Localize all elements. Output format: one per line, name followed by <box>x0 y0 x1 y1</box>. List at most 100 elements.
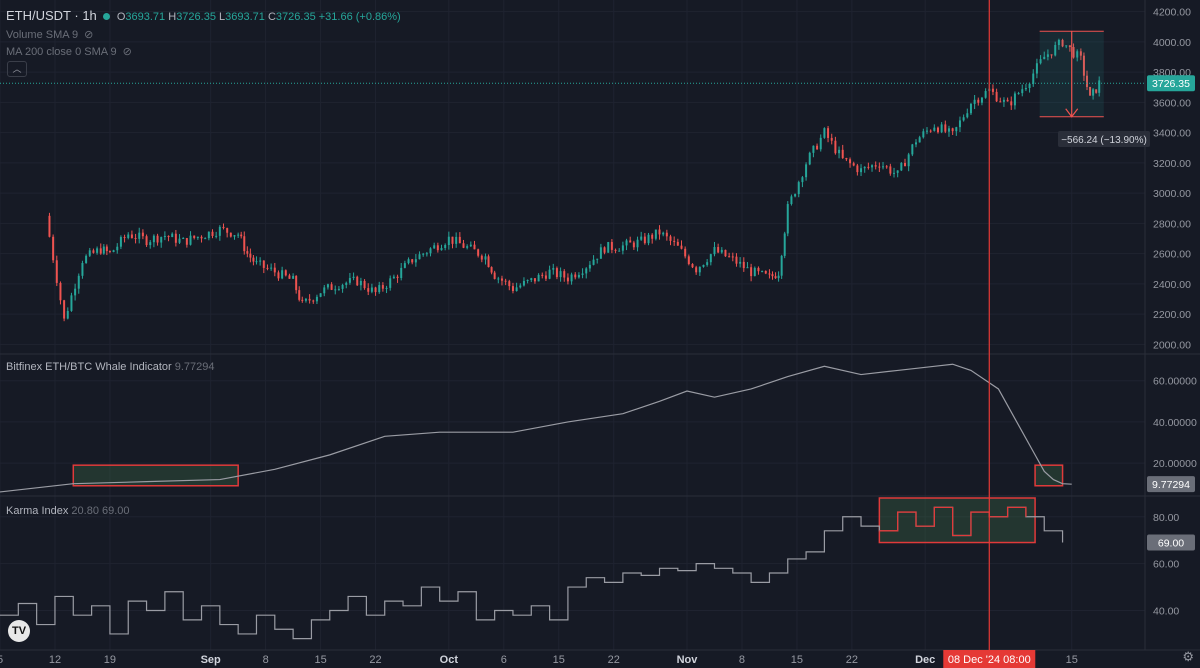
candle <box>484 253 487 265</box>
karma-legend[interactable]: Karma Index 20.80 69.00 <box>6 505 130 517</box>
candle <box>958 116 961 132</box>
candle-body <box>673 240 676 242</box>
candle <box>182 237 185 240</box>
candle-body <box>385 287 388 289</box>
candle-body <box>969 103 972 114</box>
candle-body <box>588 264 591 269</box>
eye-hidden-icon[interactable]: ⊘ <box>123 45 132 58</box>
candle <box>771 271 774 280</box>
candle-body <box>830 137 833 141</box>
price-tick-label: 2000.00 <box>1153 339 1191 351</box>
candle <box>497 276 500 284</box>
candle-body <box>1024 88 1027 90</box>
candle <box>259 257 262 266</box>
candle <box>370 283 373 294</box>
candle <box>544 271 547 282</box>
candle-body <box>451 236 454 244</box>
candle <box>860 164 863 177</box>
candle <box>337 286 340 291</box>
candle-body <box>163 235 166 238</box>
eye-hidden-icon[interactable]: ⊘ <box>84 28 93 41</box>
candle-body <box>222 226 225 229</box>
candle-body <box>304 298 307 301</box>
candle-body <box>574 274 577 278</box>
candle-body <box>991 88 994 92</box>
chart-canvas[interactable]: 2000.00 2200.00 2400.00 2600.00 2800.00 3000.… <box>0 0 1200 668</box>
candle <box>341 283 344 293</box>
tradingview-logo[interactable]: TV <box>8 620 30 642</box>
candle-body <box>119 237 122 247</box>
candle <box>896 170 899 178</box>
candle <box>226 227 229 238</box>
candle-body <box>713 247 716 255</box>
candle <box>511 282 514 294</box>
price-tick-label: 2200.00 <box>1153 309 1191 321</box>
candle-body <box>709 254 712 263</box>
candle-body <box>980 97 983 103</box>
symbol-title[interactable]: ETH/USDT · 1h <box>6 8 97 23</box>
candle <box>947 125 950 137</box>
ma-legend[interactable]: MA 200 close 0 SMA 9 ⊘ <box>6 45 132 58</box>
candle <box>222 223 225 230</box>
candle-body <box>951 128 954 132</box>
candle <box>548 265 551 280</box>
price-axis[interactable]: 2000.00 2200.00 2400.00 2600.00 2800.00 3000.… <box>1147 7 1197 618</box>
candle <box>849 157 852 168</box>
candle-body <box>599 247 602 259</box>
candle-body <box>563 271 566 278</box>
time-axis[interactable]: 5 12 19 Sep 8 15 22 Oct 6 15 22 Nov 8 15 22 Dec 15 <box>0 654 1078 666</box>
candle-body <box>152 235 155 243</box>
candle <box>284 269 287 277</box>
time-axis-label: 19 <box>104 654 116 666</box>
candle-body <box>88 250 91 256</box>
whale-indicator-pane[interactable] <box>0 363 1072 493</box>
whale-legend[interactable]: Bitfinex ETH/BTC Whale Indicator 9.77294 <box>6 361 215 373</box>
candle-body <box>1035 63 1038 74</box>
candle-body <box>1028 83 1031 89</box>
gear-icon[interactable]: ⚙ <box>1182 649 1194 665</box>
candle <box>574 272 577 280</box>
candle <box>980 96 983 106</box>
candle <box>706 259 709 267</box>
candle-body <box>955 127 958 132</box>
candle-body <box>750 267 753 277</box>
candle-body <box>691 264 694 268</box>
karma-index-pane[interactable] <box>0 497 1064 640</box>
candle-body <box>145 236 148 246</box>
candle-body <box>783 233 786 256</box>
candle <box>933 124 936 132</box>
candle <box>640 231 643 241</box>
candle <box>330 282 333 291</box>
candle <box>915 139 917 148</box>
time-axis-label: 15 <box>314 654 326 666</box>
candle-body <box>900 162 903 171</box>
candle <box>396 274 399 283</box>
price-pane[interactable] <box>0 38 1145 322</box>
candle-body <box>1017 93 1020 95</box>
candle-body <box>418 254 421 260</box>
candle <box>724 249 727 257</box>
volume-legend[interactable]: Volume SMA 9 ⊘ <box>6 28 93 41</box>
candle <box>55 255 58 287</box>
candle-body <box>651 234 654 239</box>
price-tick-label: 3400.00 <box>1153 128 1191 140</box>
candle <box>643 233 646 245</box>
chevron-up-icon[interactable]: ︿ <box>7 61 27 77</box>
candle <box>119 235 122 250</box>
candle-body <box>720 249 723 253</box>
candle <box>522 277 525 287</box>
candle <box>178 234 181 245</box>
candle <box>977 97 980 106</box>
candle <box>665 229 668 241</box>
candle <box>473 240 476 250</box>
candle-body <box>526 279 529 281</box>
candle-body <box>466 246 469 248</box>
candle <box>566 273 569 285</box>
candle-body <box>654 229 657 239</box>
candle <box>323 284 326 297</box>
candle <box>240 231 243 239</box>
candle <box>577 272 580 279</box>
price-tick-label: 4200.00 <box>1153 7 1191 19</box>
candle-body <box>182 238 185 240</box>
candle <box>757 266 760 275</box>
